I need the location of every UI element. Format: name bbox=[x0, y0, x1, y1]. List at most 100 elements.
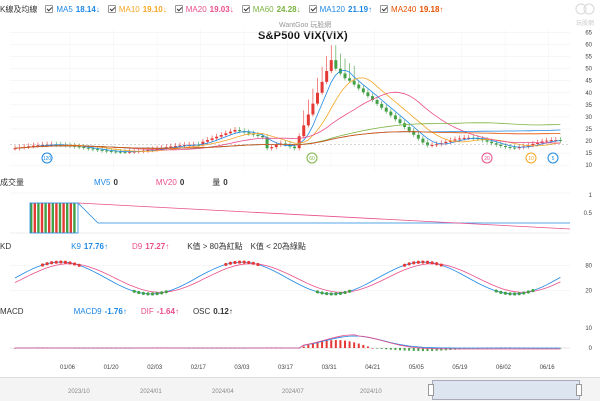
overbought-dot bbox=[224, 262, 228, 267]
ma-name: MA10 bbox=[118, 4, 140, 14]
ma-value: 19.03↓ bbox=[209, 4, 234, 14]
candle-body bbox=[416, 134, 420, 139]
oversold-dot bbox=[334, 292, 338, 296]
oversold-dot bbox=[141, 291, 145, 295]
oversold-dot bbox=[347, 289, 352, 293]
overbought-dot bbox=[425, 260, 430, 264]
overbought-dot bbox=[256, 262, 260, 267]
kd-legend: KD K9 17.76↑ D9 17.27↑ K值 > 80為紅點 K值 < 20為… bbox=[0, 239, 600, 253]
macd-chart[interactable]: 10 0 bbox=[0, 318, 600, 364]
checkbox-icon[interactable] bbox=[174, 5, 183, 13]
overbought-dot bbox=[407, 262, 411, 266]
candle-body bbox=[228, 131, 232, 134]
k9-name: K9 bbox=[71, 241, 81, 251]
x-tick-label: 01/06 bbox=[60, 365, 76, 371]
price-chart[interactable]: 65 60 55 50 45 40 35 30 25 20 15 10 120 60 20 10 5 bbox=[0, 14, 600, 174]
overbought-dot bbox=[63, 260, 68, 264]
year-label: 2024/01 bbox=[140, 389, 162, 395]
candle-body bbox=[224, 133, 228, 135]
osc-bar bbox=[385, 348, 388, 350]
checkbox-icon[interactable] bbox=[107, 5, 116, 13]
osc-bar bbox=[339, 340, 342, 348]
marker-label: 60 bbox=[309, 156, 315, 162]
overbought-dot bbox=[45, 262, 49, 266]
mv5-line bbox=[77, 202, 570, 224]
candle-body bbox=[407, 127, 411, 131]
checkbox-icon[interactable] bbox=[380, 5, 389, 13]
oversold-dot bbox=[137, 290, 141, 295]
overbought-dot bbox=[59, 260, 63, 264]
candle-body bbox=[206, 140, 209, 142]
volume-bar bbox=[44, 203, 47, 233]
osc-bar bbox=[394, 348, 397, 350]
oversold-dot bbox=[517, 292, 521, 296]
osc-value: 0.12↑ bbox=[213, 306, 233, 316]
checkbox-icon[interactable] bbox=[308, 5, 317, 13]
oversold-dot bbox=[155, 292, 159, 296]
oversold-dot bbox=[146, 292, 150, 296]
x-tick-label: 03/17 bbox=[278, 365, 294, 371]
marker-label: 5 bbox=[552, 156, 555, 162]
overbought-dot bbox=[247, 260, 251, 265]
range-handle-right[interactable] bbox=[576, 384, 582, 396]
y-tick-label: 0.5 bbox=[584, 211, 593, 217]
candle-body bbox=[114, 151, 118, 153]
candle-body bbox=[458, 138, 462, 140]
osc-bar bbox=[366, 346, 369, 348]
candle-body bbox=[96, 149, 99, 151]
candle-body bbox=[334, 60, 338, 69]
overbought-dot bbox=[421, 260, 425, 264]
oversold-dot bbox=[338, 291, 343, 295]
volume-bar bbox=[55, 203, 58, 233]
oversold-dot bbox=[329, 292, 333, 296]
overbought-dot bbox=[54, 260, 58, 264]
range-handle-left[interactable] bbox=[428, 384, 434, 396]
candle-body bbox=[311, 103, 315, 115]
overbought-dot bbox=[72, 262, 77, 266]
osc-bar bbox=[417, 348, 420, 351]
oversold-dot bbox=[150, 292, 155, 296]
kd-chart[interactable]: 80 20 bbox=[0, 253, 600, 303]
volume-chart[interactable]: 10.5 bbox=[0, 189, 600, 235]
candle-body bbox=[109, 151, 113, 153]
candle-body bbox=[393, 115, 397, 120]
checkbox-icon[interactable] bbox=[241, 5, 250, 13]
ma-toggle-ma120[interactable]: MA120 21.19↑ bbox=[308, 4, 372, 14]
y-tick-label: 20 bbox=[585, 289, 592, 295]
osc-bar bbox=[334, 340, 337, 348]
ma-name: MA20 bbox=[185, 4, 207, 14]
ma-toggle-ma20[interactable]: MA20 19.03↓ bbox=[174, 4, 234, 14]
oversold-dot bbox=[164, 290, 168, 294]
kd-note-green: K值 < 20為綠點 bbox=[250, 241, 306, 251]
osc-bar bbox=[376, 348, 379, 349]
osc-bar bbox=[302, 346, 305, 348]
y-tick-label: 20 bbox=[585, 139, 592, 145]
osc-bar bbox=[371, 348, 374, 349]
overbought-dot bbox=[233, 260, 237, 265]
candle-body bbox=[77, 146, 81, 148]
candle-body bbox=[256, 134, 260, 136]
candle-body bbox=[508, 146, 512, 148]
ma-toggle-ma240[interactable]: MA240 19.18↑ bbox=[380, 5, 443, 14]
dif-value: -1.64↑ bbox=[156, 306, 179, 316]
ma-name: MA120 bbox=[319, 4, 345, 14]
overbought-dot bbox=[430, 261, 434, 265]
ma-toggle-ma60[interactable]: MA60 24.28↓ bbox=[241, 5, 301, 14]
time-range-window[interactable] bbox=[432, 380, 580, 400]
x-tick-label: 01/20 bbox=[103, 365, 119, 371]
overbought-dot bbox=[40, 263, 45, 267]
osc-bar bbox=[344, 340, 346, 348]
y-tick-label: 10 bbox=[585, 326, 592, 332]
macd-label: MACD bbox=[0, 306, 24, 316]
checkbox-icon[interactable] bbox=[45, 5, 54, 13]
ma-toggle-ma10[interactable]: MA10 19.10↓ bbox=[107, 4, 167, 14]
ma-toggle-ma5[interactable]: MA5 18.14↓ bbox=[45, 5, 100, 14]
year-label: 2023/10 bbox=[68, 389, 90, 395]
candle-body bbox=[215, 136, 219, 139]
candle-body bbox=[306, 114, 310, 126]
time-range-scrollbar[interactable]: 2023/102024/012024/042024/072024/102025/… bbox=[0, 377, 600, 401]
candle-body bbox=[210, 138, 214, 141]
candle-body bbox=[293, 146, 297, 149]
candle-body bbox=[325, 71, 329, 82]
overbought-dot bbox=[402, 263, 407, 267]
